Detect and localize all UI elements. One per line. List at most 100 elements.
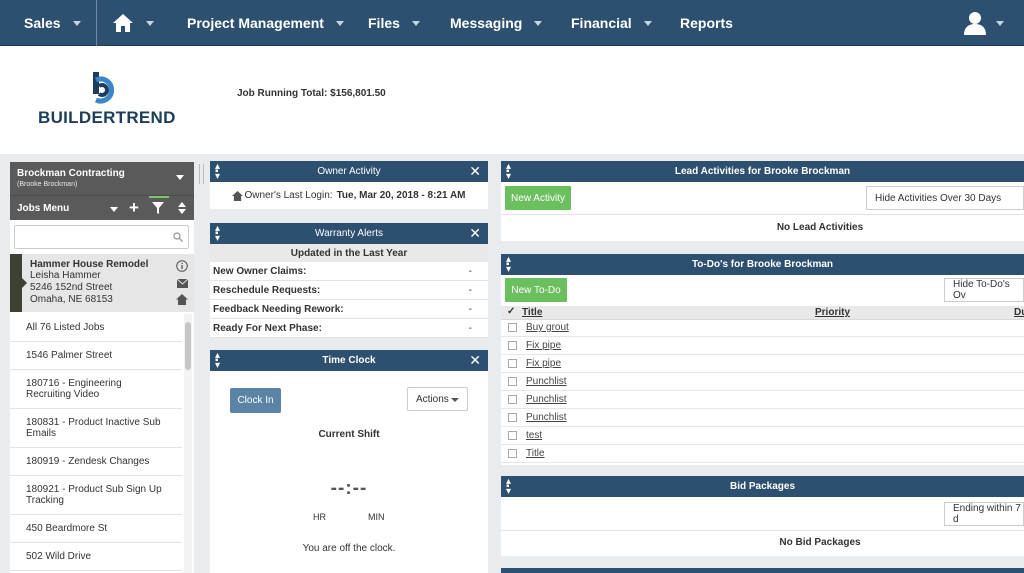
- bid-packages-filter[interactable]: Ending within 7 d: [944, 502, 1024, 526]
- job-list-item[interactable]: 180919 - Zendesk Changes: [10, 448, 182, 476]
- jobs-menu-chevron-down-icon[interactable]: [110, 207, 118, 212]
- warranty-row-value: -: [468, 284, 472, 296]
- chevron-down-icon: [451, 398, 459, 402]
- todo-checkbox[interactable]: [508, 377, 517, 386]
- todo-row[interactable]: Fix pipe: [501, 355, 1024, 373]
- nav-files[interactable]: Files: [368, 0, 420, 46]
- job-list-item-label: 502 Wild Drive: [26, 551, 92, 562]
- close-icon[interactable]: ✕: [469, 352, 481, 369]
- warranty-row-value: -: [468, 322, 472, 334]
- todo-table-header: ✓ Title Priority Du: [501, 306, 1024, 320]
- chevron-down-icon: [534, 20, 543, 26]
- next-panel-header: [501, 568, 1024, 573]
- chevron-down-icon: [335, 20, 344, 26]
- todo-title[interactable]: Fix pipe: [526, 358, 561, 369]
- nav-reports[interactable]: Reports: [680, 0, 733, 46]
- job-list-item[interactable]: 180831 - Product Inactive Sub Emails: [10, 409, 182, 448]
- info-icon[interactable]: [176, 260, 188, 272]
- panel-splitter[interactable]: [199, 164, 204, 184]
- todo-column-title[interactable]: Title: [522, 307, 542, 318]
- todo-filter[interactable]: Hide To-Do's Ov: [944, 278, 1024, 302]
- todo-checkbox[interactable]: [508, 449, 517, 458]
- todo-title[interactable]: test: [526, 430, 542, 441]
- job-list-item[interactable]: All 76 Listed Jobs: [10, 314, 182, 342]
- selected-job-city: Omaha, NE 68153: [30, 294, 113, 305]
- sort-icon[interactable]: [178, 202, 186, 214]
- select-all-check-icon[interactable]: ✓: [507, 306, 515, 317]
- time-clock-header: ▴ ▪ ▾ Time Clock ✕: [210, 350, 488, 371]
- warranty-row[interactable]: Ready For Next Phase: -: [210, 319, 488, 338]
- todo-checkbox[interactable]: [508, 413, 517, 422]
- new-todo-button[interactable]: New To-Do: [505, 278, 567, 302]
- todo-row[interactable]: test: [501, 427, 1024, 445]
- warranty-row[interactable]: New Owner Claims: -: [210, 262, 488, 281]
- job-list-item-label: 180831 - Product Inactive Sub Emails: [26, 417, 161, 439]
- todo-checkbox[interactable]: [508, 395, 517, 404]
- chevron-down-icon: [72, 20, 81, 26]
- shift-time-display: --:--: [330, 478, 368, 499]
- todo-title[interactable]: Punchlist: [526, 412, 567, 423]
- job-list-item[interactable]: 180921 - Product Sub Sign Up Tracking: [10, 476, 182, 515]
- job-list-item-label: All 76 Listed Jobs: [26, 322, 105, 333]
- todos-header: ▴ ▪ ▾ To-Do's for Brooke Brockman: [501, 254, 1024, 275]
- todo-column-due[interactable]: Du: [1014, 307, 1024, 318]
- job-list-item-label: 180919 - Zendesk Changes: [26, 456, 150, 467]
- nav-financial[interactable]: Financial: [571, 0, 652, 46]
- todo-column-priority[interactable]: Priority: [815, 307, 850, 318]
- close-icon[interactable]: ✕: [469, 225, 481, 242]
- todo-title[interactable]: Title: [526, 448, 545, 459]
- message-icon[interactable]: [177, 279, 188, 288]
- todo-row[interactable]: Title: [501, 445, 1024, 463]
- user-menu[interactable]: [962, 0, 1004, 46]
- job-list-item[interactable]: 180716 - Engineering Recruiting Video: [10, 370, 182, 409]
- lead-activities-panel: ▴ ▪ ▾ Lead Activities for Brooke Brockman …: [501, 161, 1024, 241]
- todo-filter-label: Hide To-Do's Ov: [953, 279, 1010, 301]
- todo-checkbox[interactable]: [508, 341, 517, 350]
- close-icon[interactable]: ✕: [469, 163, 481, 180]
- job-running-total: Job Running Total: $156,801.50: [237, 88, 386, 99]
- todo-checkbox[interactable]: [508, 323, 517, 332]
- todo-row[interactable]: Punchlist: [501, 373, 1024, 391]
- scrollbar-thumb[interactable]: [185, 322, 191, 370]
- warranty-row[interactable]: Reschedule Requests: -: [210, 281, 488, 300]
- warranty-row-label: New Owner Claims:: [213, 265, 307, 277]
- add-job-icon[interactable]: +: [129, 198, 139, 218]
- selected-job-owner: Leisha Hammer: [30, 270, 101, 281]
- nav-sales[interactable]: Sales: [24, 0, 81, 46]
- dashboard-content: Brockman Contracting (Brooke Brockman) J…: [0, 154, 1024, 573]
- selected-job-card[interactable]: Hammer House Remodel Leisha Hammer 5246 …: [10, 254, 194, 312]
- todo-row[interactable]: Punchlist: [501, 409, 1024, 427]
- job-list-item[interactable]: 502 Wild Drive: [10, 543, 182, 571]
- job-list-scrollbar[interactable]: [184, 314, 192, 573]
- actions-dropdown[interactable]: Actions: [407, 387, 468, 411]
- nav-reports-label: Reports: [680, 15, 733, 31]
- filter-icon[interactable]: [152, 202, 164, 214]
- todo-title[interactable]: Punchlist: [526, 394, 567, 405]
- warranty-row[interactable]: Feedback Needing Rework: -: [210, 300, 488, 319]
- home-icon[interactable]: [176, 294, 188, 305]
- lead-activity-filter-label: Hide Activities Over 30 Days: [875, 192, 1002, 204]
- todo-title[interactable]: Buy grout: [526, 322, 569, 333]
- job-list-item[interactable]: 1546 Palmer Street: [10, 342, 182, 370]
- job-list-item[interactable]: 450 Beardmore St: [10, 515, 182, 543]
- todo-title[interactable]: Punchlist: [526, 376, 567, 387]
- lead-activity-filter[interactable]: Hide Activities Over 30 Days: [866, 186, 1024, 210]
- todo-row[interactable]: Fix pipe: [501, 337, 1024, 355]
- todo-row[interactable]: Buy grout: [501, 319, 1024, 337]
- jobs-sidebar: Brockman Contracting (Brooke Brockman) J…: [10, 162, 194, 573]
- owner-activity-panel: ▴ ▪ ▾ Owner Activity ✕ Owner's Last Login:…: [210, 161, 488, 209]
- todo-title[interactable]: Fix pipe: [526, 340, 561, 351]
- company-name[interactable]: Brockman Contracting: [17, 168, 125, 179]
- todo-checkbox[interactable]: [508, 359, 517, 368]
- nav-home[interactable]: [112, 0, 154, 46]
- nav-project-management[interactable]: Project Management: [187, 0, 344, 46]
- clock-in-button[interactable]: Clock In: [230, 388, 281, 413]
- nav-messaging[interactable]: Messaging: [450, 0, 543, 46]
- todo-checkbox[interactable]: [508, 431, 517, 440]
- company-chevron-down-icon[interactable]: [176, 175, 184, 180]
- warranty-row-label: Reschedule Requests:: [213, 284, 321, 296]
- search-icon: [173, 232, 183, 242]
- job-search-input[interactable]: [14, 225, 189, 249]
- todo-row[interactable]: Punchlist: [501, 391, 1024, 409]
- new-activity-button[interactable]: New Activity: [505, 186, 571, 210]
